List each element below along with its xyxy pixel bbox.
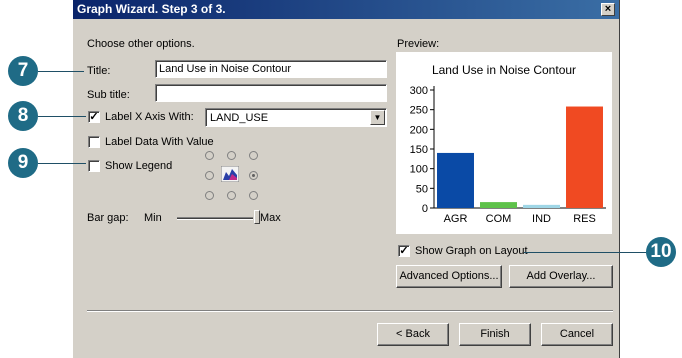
subtitle-label: Sub title: [87, 89, 130, 101]
legend-pos-middle-left-radio[interactable] [205, 171, 214, 180]
graph-preview: Land Use in Noise Contour 0 50 100 150 200 25… [396, 52, 612, 234]
y-tick-label-300: 300 [410, 85, 428, 97]
legend-pos-top-center-radio[interactable] [227, 151, 236, 160]
callout-9-leader [38, 163, 86, 164]
preview-chart: Land Use in Noise Contour 0 50 100 150 200 25… [410, 63, 606, 225]
bar-agr [437, 152, 474, 208]
back-button[interactable]: < Back [377, 323, 449, 346]
bar-gap-min-label: Min [144, 212, 162, 224]
label-data-label: Label Data With Value [105, 136, 214, 148]
title-bar: Graph Wizard. Step 3 of 3. × [73, 0, 619, 19]
close-button[interactable]: × [601, 3, 615, 16]
callout-9: 9 [8, 148, 38, 178]
y-tick-label-250: 250 [410, 105, 428, 117]
bar-res [566, 106, 603, 208]
window-title: Graph Wizard. Step 3 of 3. [77, 2, 226, 16]
x-tick-label-res: RES [573, 213, 596, 225]
bar-com [480, 202, 517, 208]
callout-10-leader [524, 252, 646, 253]
legend-pos-top-left-radio[interactable] [205, 151, 214, 160]
y-tick-label-50: 50 [416, 183, 428, 195]
title-input[interactable]: Land Use in Noise Contour [155, 60, 387, 78]
callout-10: 10 [646, 237, 676, 267]
y-tick-label-200: 200 [410, 124, 428, 136]
title-label: Title: [87, 65, 111, 77]
show-graph-layout-label: Show Graph on Layout [415, 245, 528, 257]
separator [87, 310, 613, 312]
x-axis-field-select[interactable]: LAND_USE ▼ [205, 108, 387, 127]
legend-pos-bottom-left-radio[interactable] [205, 191, 214, 200]
bar-ind [523, 204, 560, 208]
graph-preview-icon [220, 165, 240, 183]
chart-title: Land Use in Noise Contour [432, 63, 576, 77]
x-tick-label-ind: IND [532, 213, 551, 225]
advanced-options-button[interactable]: Advanced Options... [396, 265, 502, 288]
show-graph-layout-checkbox[interactable]: ✓ [398, 245, 410, 257]
label-x-axis-checkbox[interactable]: ✓ [88, 111, 100, 123]
bar-gap-slider-track[interactable] [177, 217, 253, 220]
bar-gap-label: Bar gap: [87, 212, 129, 224]
callout-7-leader [38, 71, 84, 72]
callout-8-leader [38, 116, 86, 117]
show-legend-checkbox[interactable] [88, 160, 100, 172]
x-tick-label-agr: AGR [444, 213, 468, 225]
cancel-button[interactable]: Cancel [541, 323, 613, 346]
callout-8: 8 [8, 101, 38, 131]
bar-gap-max-label: Max [260, 212, 281, 224]
x-tick-label-com: COM [486, 213, 512, 225]
chevron-down-icon[interactable]: ▼ [370, 110, 385, 125]
legend-pos-bottom-center-radio[interactable] [227, 191, 236, 200]
label-x-axis-label: Label X Axis With: [105, 111, 194, 123]
y-tick-label-100: 100 [410, 164, 428, 176]
show-legend-label: Show Legend [105, 160, 173, 172]
y-tick-label-0: 0 [422, 203, 428, 215]
add-overlay-button[interactable]: Add Overlay... [509, 265, 613, 288]
instructions-text: Choose other options. [87, 38, 195, 50]
legend-pos-middle-right-radio[interactable] [249, 171, 258, 180]
legend-pos-bottom-right-radio[interactable] [249, 191, 258, 200]
legend-pos-top-right-radio[interactable] [249, 151, 258, 160]
subtitle-input[interactable] [155, 84, 387, 102]
preview-label: Preview: [397, 38, 440, 50]
bar-gap-slider-thumb[interactable] [253, 210, 260, 224]
x-axis-field-value: LAND_USE [210, 112, 269, 124]
label-data-checkbox[interactable] [88, 136, 100, 148]
y-tick-label-150: 150 [410, 144, 428, 156]
callout-7: 7 [8, 56, 38, 86]
finish-button[interactable]: Finish [459, 323, 531, 346]
